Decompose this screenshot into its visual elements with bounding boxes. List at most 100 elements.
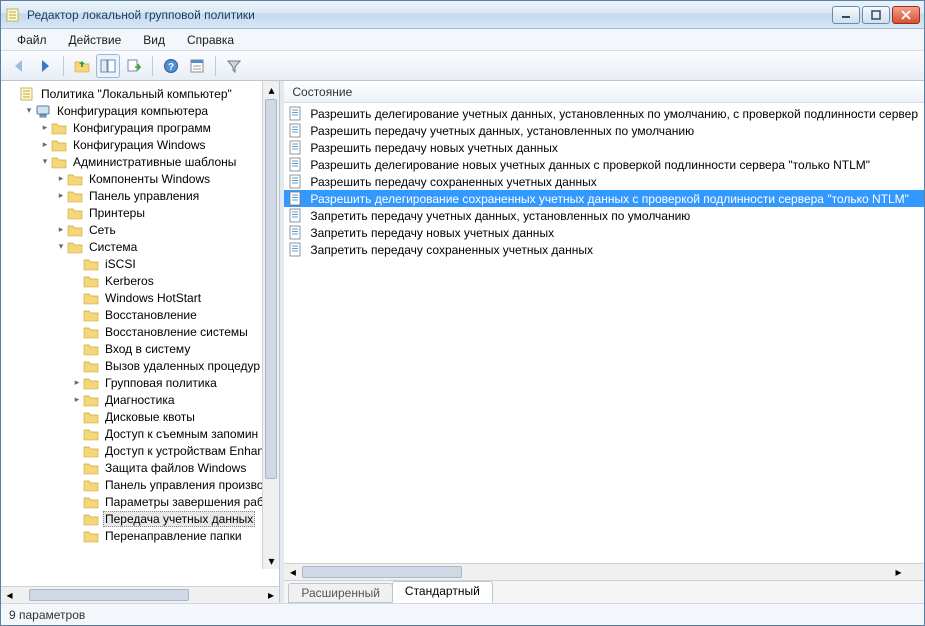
tree-item[interactable]: ▸Сеть: [1, 221, 279, 238]
statusbar-text: 9 параметров: [9, 608, 85, 622]
tree-item[interactable]: ▾Конфигурация компьютера: [1, 102, 279, 119]
menu-view[interactable]: Вид: [133, 31, 175, 49]
tree-item[interactable]: ▸Защита файлов Windows: [1, 459, 279, 476]
tree-item-label: Передача учетных данных: [103, 511, 255, 527]
folder-icon: [83, 324, 99, 340]
list-item[interactable]: Разрешить передачу новых учетных данных: [284, 139, 924, 156]
tree-horizontal-scrollbar[interactable]: ◂ ▸: [1, 586, 279, 603]
tree-item[interactable]: ▸Вход в систему: [1, 340, 279, 357]
titlebar: Редактор локальной групповой политики: [1, 1, 924, 29]
tree-item[interactable]: ▸Передача учетных данных: [1, 510, 279, 527]
tree-item[interactable]: ▸Компоненты Windows: [1, 170, 279, 187]
scroll-right-arrow-icon[interactable]: ▸: [262, 587, 279, 603]
tab-extended[interactable]: Расширенный: [288, 583, 393, 603]
scroll-thumb[interactable]: [29, 589, 189, 601]
toolbar-separator: [152, 56, 153, 76]
tree-collapse-icon[interactable]: ▾: [39, 156, 51, 167]
tree-item-label: Система: [87, 240, 139, 254]
tree-item[interactable]: ▸Доступ к съемным запомин: [1, 425, 279, 442]
properties-button[interactable]: [185, 54, 209, 78]
tree-expand-icon[interactable]: ▸: [55, 173, 67, 184]
forward-button[interactable]: [33, 54, 57, 78]
tree-expand-icon[interactable]: ▸: [71, 394, 83, 405]
close-button[interactable]: [892, 6, 920, 24]
tree-item-label: Kerberos: [103, 274, 156, 288]
list-item[interactable]: Разрешить передачу сохраненных учетных д…: [284, 173, 924, 190]
tree-vertical-scrollbar[interactable]: ▴ ▾: [262, 81, 279, 569]
folder-icon: [51, 120, 67, 136]
tree-item[interactable]: ▸Политика "Локальный компьютер": [1, 85, 279, 102]
list-item[interactable]: Запретить передачу сохраненных учетных д…: [284, 241, 924, 258]
scroll-thumb[interactable]: [265, 99, 277, 479]
minimize-button[interactable]: [832, 6, 860, 24]
scroll-left-arrow-icon[interactable]: ◂: [284, 564, 301, 580]
policy-list[interactable]: Разрешить делегирование учетных данных, …: [284, 103, 924, 563]
tree-item[interactable]: ▾Административные шаблоны: [1, 153, 279, 170]
tree-item[interactable]: ▸Диагностика: [1, 391, 279, 408]
back-icon: [11, 58, 27, 74]
export-list-button[interactable]: [122, 54, 146, 78]
tree-item[interactable]: ▸Принтеры: [1, 204, 279, 221]
tree-item[interactable]: ▸Доступ к устройствам Enhan: [1, 442, 279, 459]
scroll-left-arrow-icon[interactable]: ◂: [1, 587, 18, 603]
scroll-down-arrow-icon[interactable]: ▾: [263, 552, 279, 569]
tree-item[interactable]: ▸Конфигурация Windows: [1, 136, 279, 153]
list-horizontal-scrollbar[interactable]: ◂ ▸: [284, 563, 924, 580]
list-item[interactable]: Запретить передачу новых учетных данных: [284, 224, 924, 241]
list-item[interactable]: Разрешить делегирование учетных данных, …: [284, 105, 924, 122]
help-button[interactable]: ?: [159, 54, 183, 78]
scroll-up-arrow-icon[interactable]: ▴: [263, 81, 279, 98]
tree-item[interactable]: ▸Групповая политика: [1, 374, 279, 391]
tree-item[interactable]: ▸Восстановление системы: [1, 323, 279, 340]
maximize-button[interactable]: [862, 6, 890, 24]
show-hide-tree-button[interactable]: [96, 54, 120, 78]
back-button[interactable]: [7, 54, 31, 78]
tree-item[interactable]: ▸ Панель управления: [1, 187, 279, 204]
list-item[interactable]: Разрешить делегирование новых учетных да…: [284, 156, 924, 173]
tree-expand-icon[interactable]: ▸: [71, 377, 83, 388]
tree-item[interactable]: ▸Перенаправление папки: [1, 527, 279, 544]
policy-setting-icon: [288, 225, 304, 241]
toolbar-separator: [63, 56, 64, 76]
folder-icon: [51, 137, 67, 153]
tree-collapse-icon[interactable]: ▾: [55, 241, 67, 252]
tree-item[interactable]: ▾ Система: [1, 238, 279, 255]
tree-expand-icon[interactable]: ▸: [39, 122, 51, 133]
tree-item[interactable]: ▸Дисковые квоты: [1, 408, 279, 425]
tree-item-label: Восстановление: [103, 308, 199, 322]
tree-expand-icon[interactable]: ▸: [39, 139, 51, 150]
tree-item[interactable]: ▸Windows HotStart: [1, 289, 279, 306]
menu-action[interactable]: Действие: [59, 31, 132, 49]
tree-item[interactable]: ▸Параметры завершения раб: [1, 493, 279, 510]
up-level-button[interactable]: [70, 54, 94, 78]
filter-button[interactable]: [222, 54, 246, 78]
properties-icon: [189, 58, 205, 74]
tree-item[interactable]: ▸iSCSI: [1, 255, 279, 272]
tree-item[interactable]: ▸Kerberos: [1, 272, 279, 289]
list-item[interactable]: Разрешить передачу учетных данных, устан…: [284, 122, 924, 139]
statusbar: 9 параметров: [1, 603, 924, 625]
list-item[interactable]: Запретить передачу учетных данных, устан…: [284, 207, 924, 224]
list-column-header[interactable]: Состояние: [284, 81, 924, 103]
main-area: ▸Политика "Локальный компьютер"▾Конфигур…: [1, 81, 924, 603]
list-item-label: Запретить передачу новых учетных данных: [308, 226, 556, 240]
tree-scroll-area[interactable]: ▸Политика "Локальный компьютер"▾Конфигур…: [1, 81, 279, 586]
tree-item-label: Вход в систему: [103, 342, 192, 356]
tree-item-label: Панель управления: [87, 189, 201, 203]
scroll-thumb[interactable]: [302, 566, 462, 578]
menu-help[interactable]: Справка: [177, 31, 244, 49]
tree-expand-icon[interactable]: ▸: [55, 224, 67, 235]
list-item[interactable]: Разрешить делегирование сохраненных учет…: [284, 190, 924, 207]
tree-item-label: Конфигурация программ: [71, 121, 213, 135]
tree-expand-icon[interactable]: ▸: [55, 190, 67, 201]
menu-file[interactable]: Файл: [7, 31, 57, 49]
scroll-right-arrow-icon[interactable]: ▸: [890, 564, 907, 580]
folder-icon: [67, 188, 83, 204]
tab-standard[interactable]: Стандартный: [392, 581, 493, 603]
tree-item[interactable]: ▸Восстановление: [1, 306, 279, 323]
tree-item[interactable]: ▸Вызов удаленных процедур: [1, 357, 279, 374]
tree-collapse-icon[interactable]: ▾: [23, 105, 35, 116]
tree-item-label: Доступ к съемным запомин: [103, 427, 260, 441]
tree-item[interactable]: ▸Панель управления произво: [1, 476, 279, 493]
tree-item[interactable]: ▸ Конфигурация программ: [1, 119, 279, 136]
